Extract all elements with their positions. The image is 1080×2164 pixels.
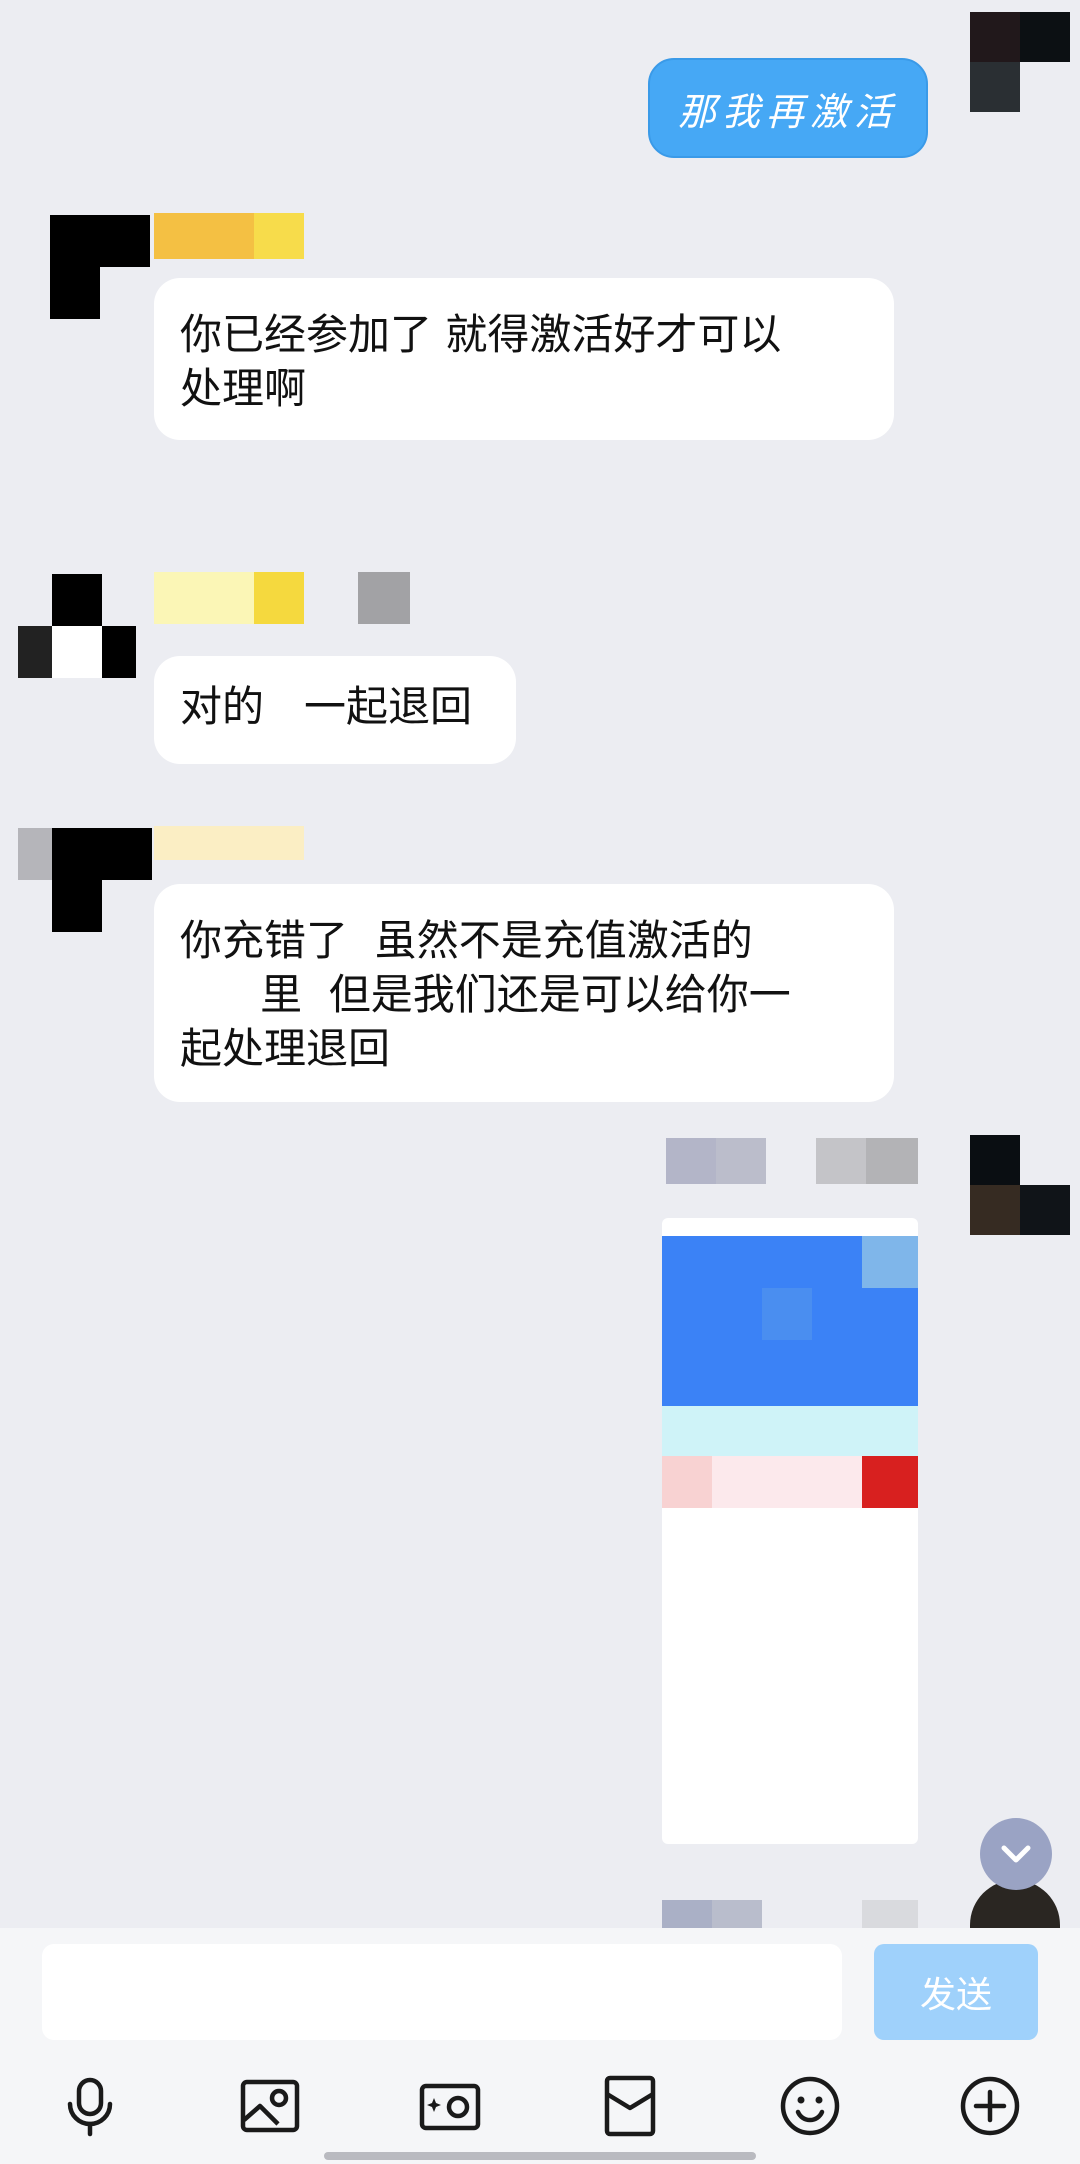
- message-line: 处理啊: [180, 364, 307, 413]
- sender-name-redacted: [154, 572, 410, 624]
- sender-name-redacted: [154, 213, 304, 259]
- home-indicator: [324, 2152, 756, 2160]
- gallery-button[interactable]: [234, 2070, 306, 2142]
- camera-button[interactable]: [414, 2070, 486, 2142]
- sender-name-redacted: [662, 1900, 918, 1928]
- voice-button[interactable]: [54, 2070, 126, 2142]
- sender-name-redacted: [666, 1138, 918, 1184]
- incoming-avatar[interactable]: [50, 215, 150, 319]
- sender-name-redacted: [154, 826, 304, 860]
- message-input[interactable]: [42, 1944, 842, 2040]
- chevron-down-icon: [1001, 1845, 1031, 1863]
- message-text: 那我再激活: [677, 89, 898, 134]
- red-packet-icon: [604, 2075, 656, 2137]
- message-line: 里 但是我们还是可以给你一: [180, 970, 791, 1019]
- message-line: 你充错了 虽然不是充值激活的: [180, 916, 753, 965]
- incoming-message-bubble[interactable]: 你充错了 虽然不是充值激活的 里 但是我们还是可以给你一 起处理退回: [154, 884, 894, 1102]
- message-line: 起处理退回: [180, 1024, 391, 1073]
- more-button[interactable]: [954, 2070, 1026, 2142]
- scroll-to-bottom-button[interactable]: [980, 1818, 1052, 1890]
- send-button[interactable]: 发送: [874, 1944, 1038, 2040]
- incoming-avatar[interactable]: [18, 828, 154, 932]
- emoji-icon: [780, 2076, 840, 2136]
- incoming-avatar[interactable]: [18, 574, 138, 678]
- message-line: 你已经参加了 就得激活好才可以: [180, 310, 782, 359]
- plus-icon: [960, 2076, 1020, 2136]
- red-packet-button[interactable]: [594, 2070, 666, 2142]
- outgoing-avatar[interactable]: [970, 1135, 1076, 1235]
- incoming-message-bubble[interactable]: 你已经参加了 就得激活好才可以 处理啊: [154, 278, 894, 440]
- emoji-button[interactable]: [774, 2070, 846, 2142]
- camera-icon: [419, 2083, 481, 2131]
- shared-image[interactable]: [662, 1218, 918, 1844]
- incoming-message-bubble[interactable]: 对的 一起退回: [154, 656, 516, 764]
- image-icon: [240, 2079, 300, 2133]
- outgoing-avatar[interactable]: [970, 12, 1076, 112]
- mic-icon: [67, 2077, 113, 2137]
- outgoing-message-bubble[interactable]: 那我再激活: [648, 58, 928, 158]
- message-line: 对的 一起退回: [180, 682, 473, 731]
